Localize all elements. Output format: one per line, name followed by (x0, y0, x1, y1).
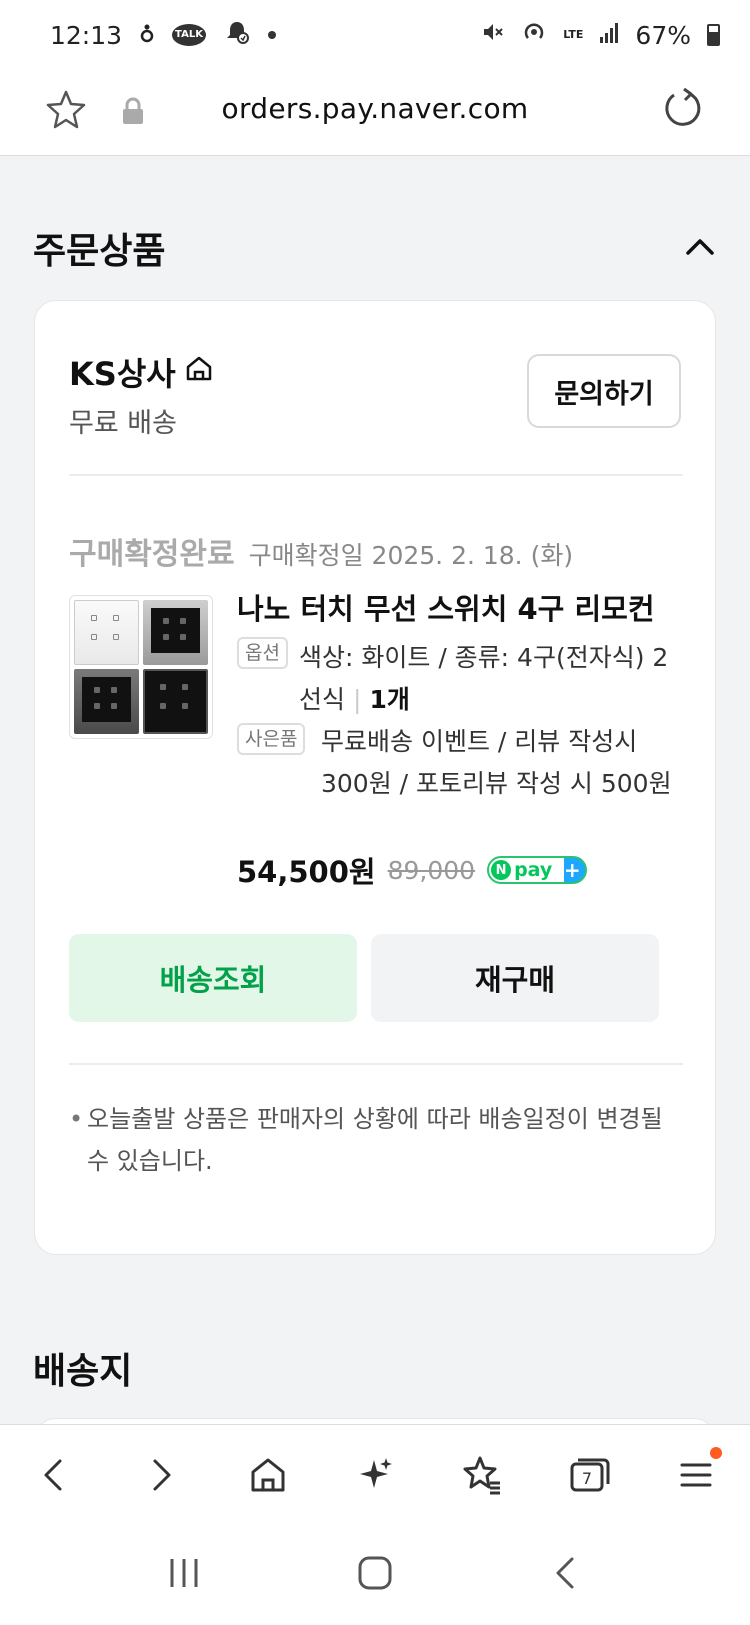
order-status-row: 구매확정완료 구매확정일 2025. 2. 18. (화) (69, 529, 573, 573)
price-row: 54,500원 89,000 N pay + (237, 849, 588, 891)
sparkle-icon[interactable] (345, 1445, 405, 1505)
thumb-tile-gray (74, 669, 139, 734)
section-title-delivery: 배송지 (33, 1351, 133, 1392)
url-text[interactable]: orders.pay.naver.com (0, 92, 750, 125)
order-status: 구매확정완료 (69, 537, 235, 572)
npay-plus-icon: + (563, 858, 581, 882)
svg-text:7: 7 (582, 1469, 592, 1488)
option-tag: 옵션 (237, 637, 288, 669)
thumb-tile-silver (143, 600, 208, 665)
mute-icon (481, 20, 505, 50)
bell-icon (224, 19, 250, 51)
status-bar: 12:13 TALK LTE 67% (0, 0, 750, 70)
hotspot-icon (521, 19, 547, 51)
address-bar: orders.pay.naver.com (0, 70, 750, 156)
forward-icon[interactable] (131, 1445, 191, 1505)
system-back-icon[interactable] (548, 1555, 584, 1595)
npay-label: pay (514, 859, 553, 881)
section-title-order-items: 주문상품 (33, 231, 166, 272)
store-name-label: KS상사 (69, 355, 176, 393)
option-text: 색상: 화이트 / 종류: 4구(전자식) 2선식 | 1개 (299, 643, 669, 714)
order-card: KS상사 무료 배송 문의하기 구매확정완료 구매확정일 2025. 2. 18… (34, 300, 716, 1255)
battery-percent: 67% (635, 20, 691, 50)
signal-icon (599, 21, 619, 50)
npay-plus-badge: N pay + (487, 856, 588, 884)
rebuy-button[interactable]: 재구매 (371, 934, 659, 1022)
divider (69, 474, 683, 476)
divider (69, 1063, 683, 1065)
back-icon[interactable] (24, 1445, 84, 1505)
recent-apps-icon[interactable] (166, 1555, 202, 1595)
notification-icon (140, 21, 154, 50)
status-dot (267, 31, 276, 39)
thumb-tile-black (143, 669, 208, 734)
system-nav-bar (0, 1524, 750, 1625)
gift-text: 무료배송 이벤트 / 리뷰 작성시 300원 / 포토리뷰 작성 시 500원 (321, 727, 672, 798)
status-time: 12:13 (50, 20, 123, 50)
kakaotalk-icon: TALK (172, 24, 206, 46)
confirm-date: 구매확정일 2025. 2. 18. (화) (248, 541, 574, 570)
battery-icon (707, 24, 720, 46)
store-name[interactable]: KS상사 (69, 349, 214, 395)
product-title[interactable]: 나노 터치 무선 스위치 4구 리모컨 (237, 586, 677, 628)
original-price: 89,000 (387, 855, 476, 885)
inquiry-button[interactable]: 문의하기 (527, 354, 681, 428)
lte-indicator: LTE (563, 28, 584, 41)
home-icon[interactable] (238, 1445, 298, 1505)
home-button-icon[interactable] (355, 1553, 395, 1597)
shipping-notice: 오늘출발 상품은 판매자의 상황에 따라 배송일정이 변경될 수 있습니다. (69, 1098, 683, 1182)
quantity: 1개 (369, 685, 410, 714)
sale-price: 54,500원 (237, 855, 376, 889)
store-shipping: 무료 배송 (69, 408, 177, 439)
notification-dot (710, 1446, 723, 1459)
track-delivery-button[interactable]: 배송조회 (69, 934, 357, 1022)
product-thumbnail[interactable] (69, 595, 213, 739)
gift-tag: 사은품 (237, 723, 306, 755)
browser-toolbar: 7 (0, 1424, 750, 1524)
npay-n-icon: N (491, 860, 512, 880)
thumb-tile-white (74, 600, 139, 665)
reload-icon[interactable] (660, 86, 706, 132)
tabs-icon[interactable]: 7 (559, 1445, 619, 1505)
menu-icon[interactable] (666, 1445, 726, 1505)
store-home-icon (184, 353, 214, 391)
chevron-up-icon[interactable] (680, 226, 720, 266)
bookmarks-icon[interactable] (452, 1445, 512, 1505)
